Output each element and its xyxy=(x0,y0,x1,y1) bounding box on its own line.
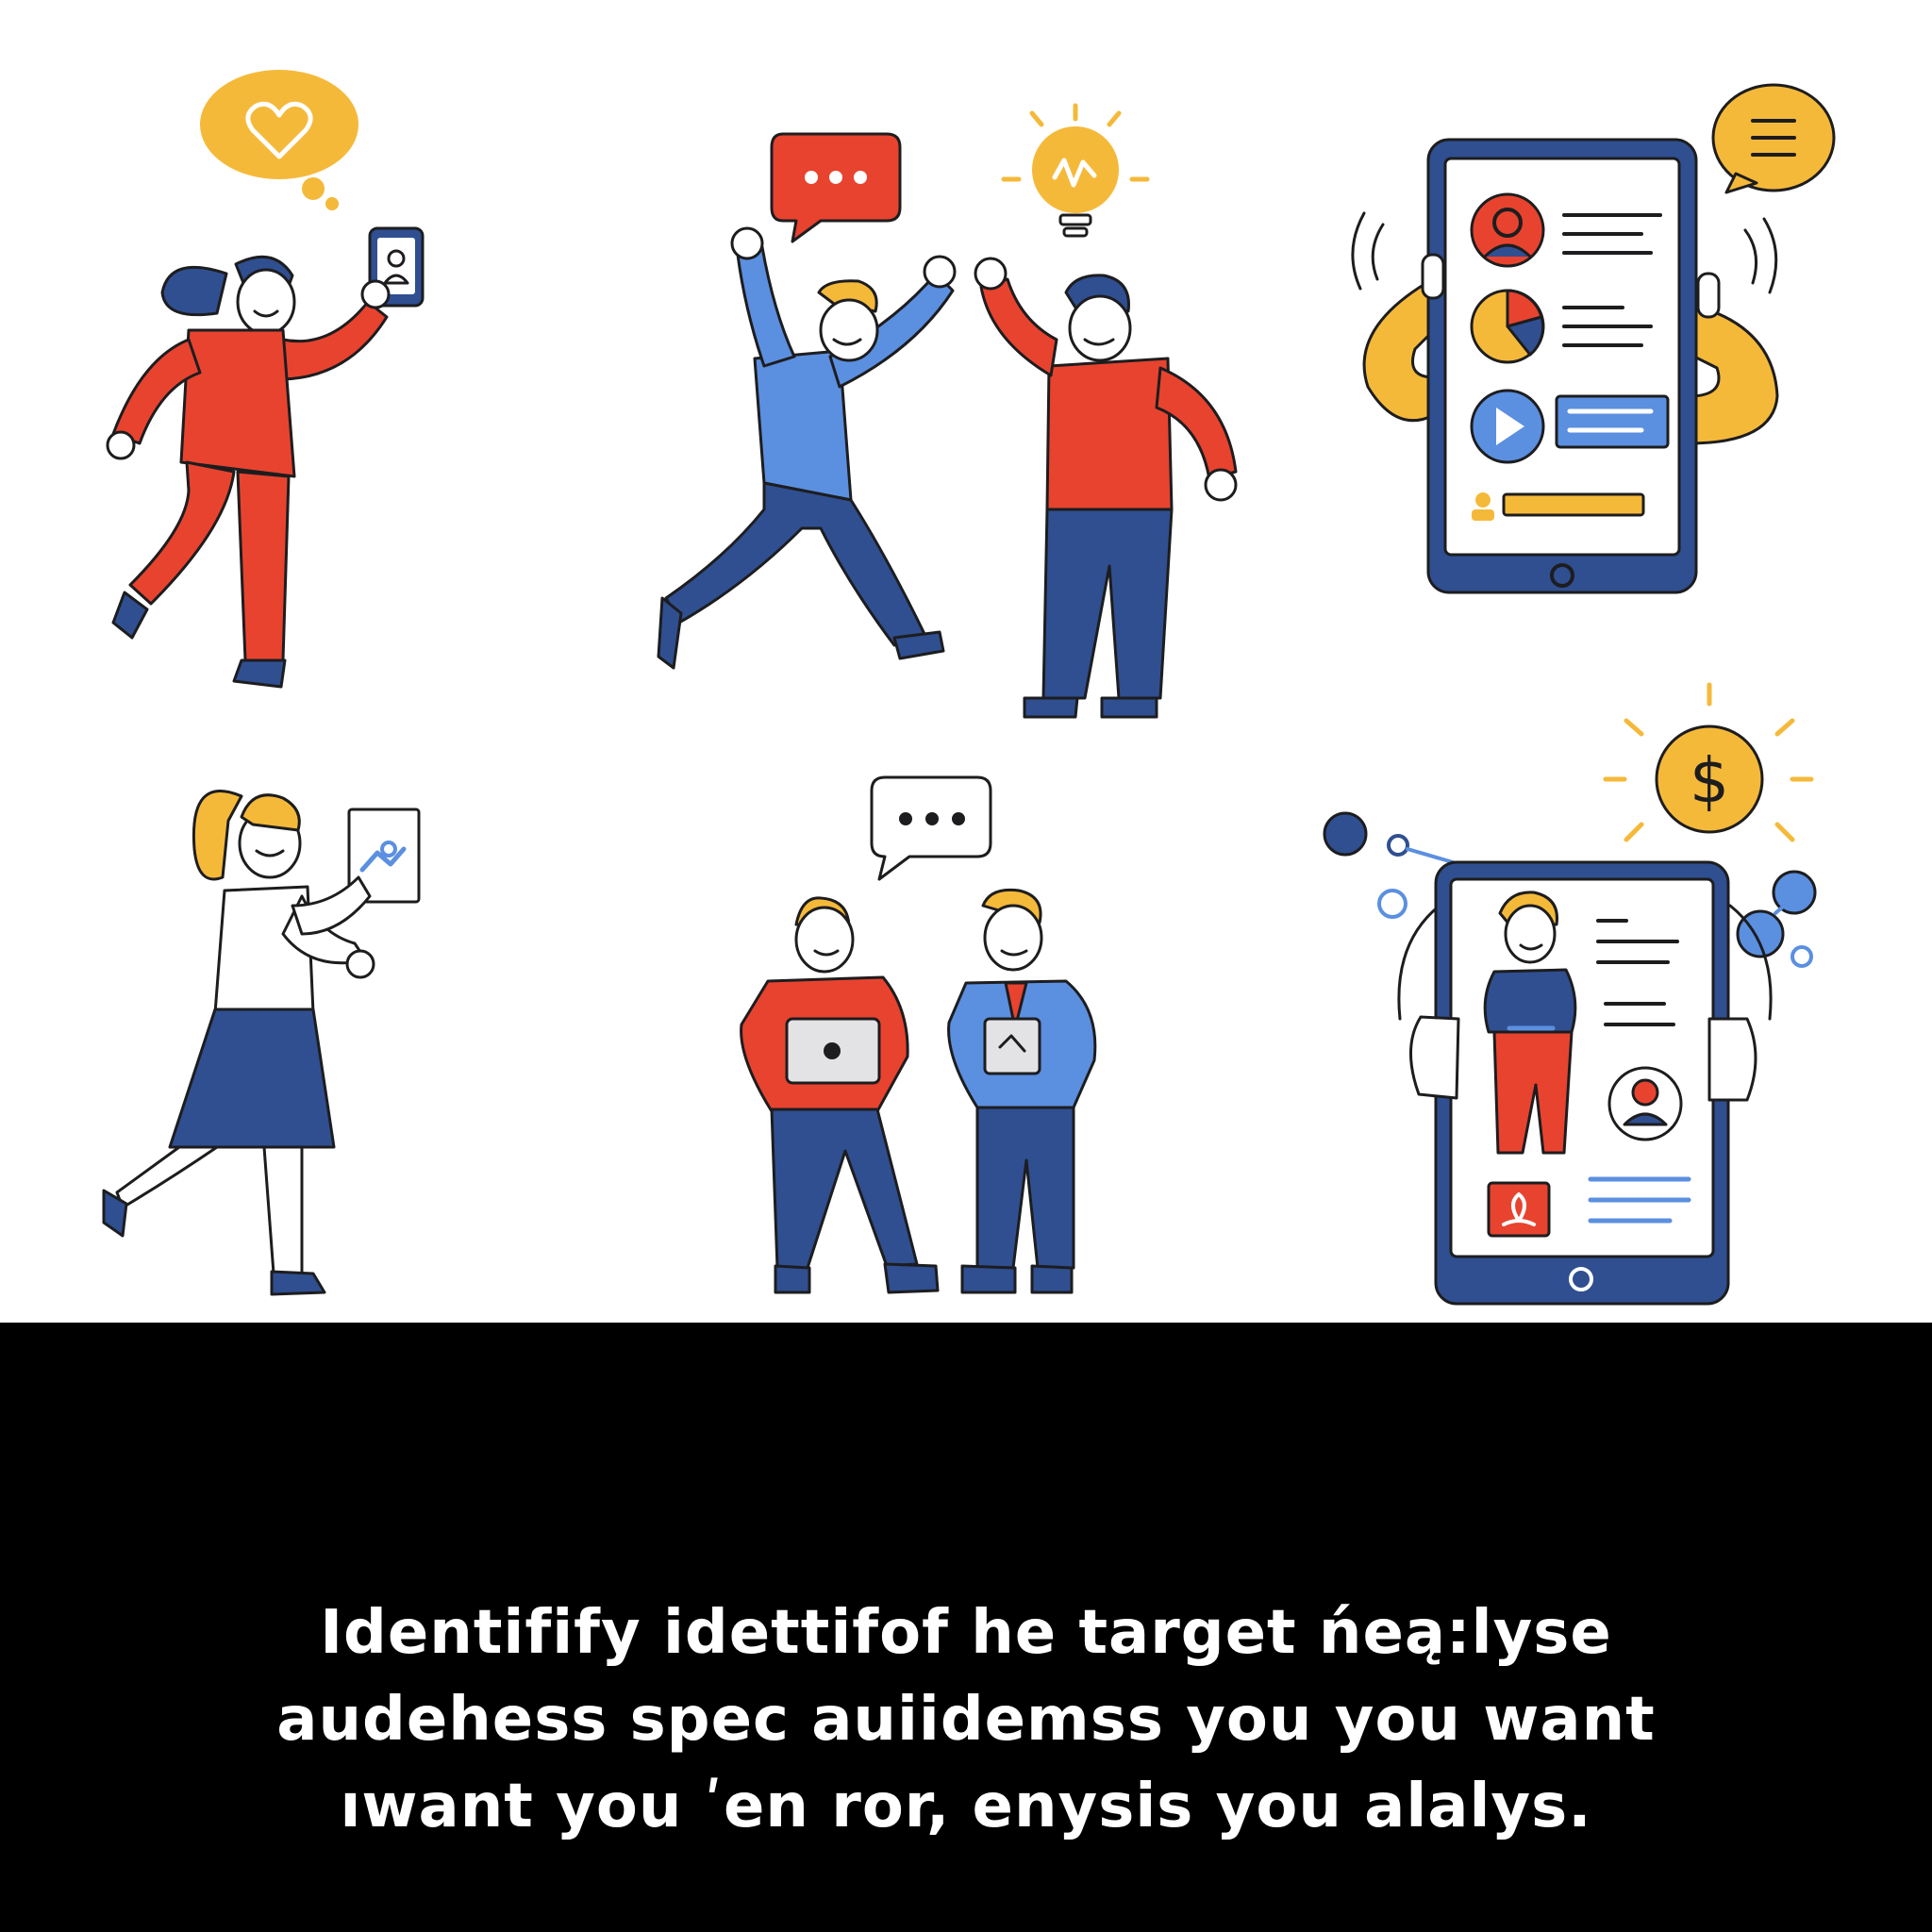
infographic-canvas: $ Identifify idettifof he target ńeą:lys… xyxy=(0,0,1932,1932)
dollar-symbol: $ xyxy=(1690,744,1729,817)
tablet-icon xyxy=(983,1017,1041,1075)
pie-chart-icon xyxy=(1470,289,1545,364)
scene-hands-holding-tablet-profile xyxy=(1351,83,1836,594)
user-icon xyxy=(1470,192,1545,268)
location-pin-icon xyxy=(1487,1181,1551,1238)
chat-dots-bubble-icon xyxy=(770,132,902,243)
caption-line-1: Identifify idettifof he target ńeą:lyse xyxy=(320,1598,1612,1668)
chat-dots-bubble-icon xyxy=(870,775,992,881)
scene-hands-holding-tablet-person: $ xyxy=(1323,682,1817,1306)
illustration-grid: $ xyxy=(102,70,1836,1306)
user-icon xyxy=(1607,1066,1683,1141)
scene-two-men-celebrating xyxy=(657,103,1238,719)
caption-line-2: audehess spec auiidemss you you want xyxy=(276,1685,1656,1755)
scene-woman-holding-document xyxy=(102,790,421,1296)
scene-two-men-with-devices xyxy=(740,775,1097,1294)
caption-text: Identifify idettifof he target ńeą:lyse … xyxy=(94,1590,1838,1850)
dollar-coin-icon: $ xyxy=(1603,682,1814,842)
caption-line-3: ıwant you ʹen ror, enysis you alalys. xyxy=(340,1772,1592,1841)
play-icon xyxy=(1470,389,1545,464)
text-bubble-icon xyxy=(1711,83,1836,194)
scene-woman-holding-phone xyxy=(106,70,425,689)
lightbulb-icon xyxy=(1001,103,1150,238)
heart-bubble-icon xyxy=(200,70,358,210)
laptop-icon xyxy=(785,1017,881,1085)
